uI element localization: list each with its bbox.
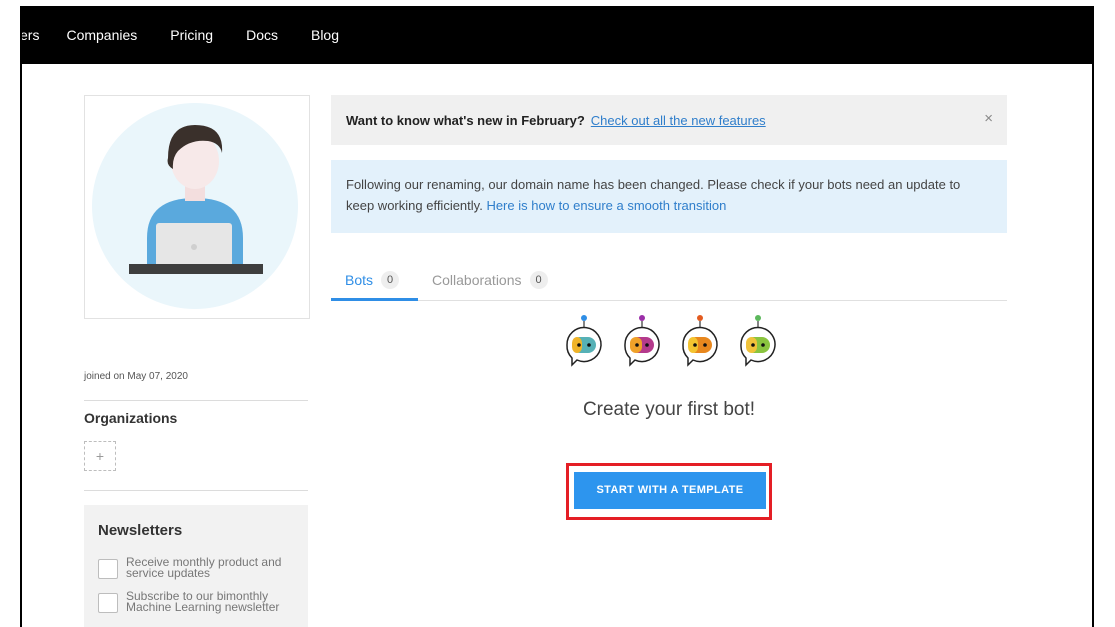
main-content: joined on May 07, 2020 Organizations + N…: [22, 64, 1092, 627]
frame-border-right: [1092, 6, 1094, 627]
feature-announcement-banner: Want to know what's new in February? Che…: [331, 95, 1007, 145]
tab-label: Collaborations: [432, 272, 522, 288]
frame-right: [1095, 0, 1115, 627]
tab-collaborations[interactable]: Collaborations 0: [432, 260, 548, 300]
banner-headline: Want to know what's new in February?: [346, 112, 585, 128]
close-icon[interactable]: ×: [984, 110, 993, 127]
frame-left: [0, 0, 20, 627]
newsletter-checkbox[interactable]: [98, 559, 118, 579]
nav-item-docs[interactable]: Docs: [246, 27, 278, 43]
nav-item-partial[interactable]: ers: [20, 27, 39, 43]
newsletter-option[interactable]: Subscribe to our bimonthly Machine Learn…: [98, 589, 296, 614]
nav-item-blog[interactable]: Blog: [311, 27, 339, 43]
transition-guide-link[interactable]: Here is how to ensure a smooth transitio…: [486, 198, 726, 213]
tab-count-badge: 0: [529, 271, 548, 289]
newsletter-label: Receive monthly product and service upda…: [126, 555, 282, 580]
newsletter-option[interactable]: Receive monthly product and service upda…: [98, 555, 296, 580]
avatar: [92, 103, 298, 309]
user-illustration-icon: [129, 125, 263, 274]
domain-change-banner: Following our renaming, our domain name …: [331, 160, 1007, 233]
organizations-title: Organizations: [84, 410, 178, 426]
tab-label: Bots: [345, 272, 374, 288]
top-navigation: ers Companies Pricing Docs Blog: [20, 6, 1094, 64]
joined-date: joined on May 07, 2020: [84, 371, 188, 382]
newsletters-panel: Newsletters Receive monthly product and …: [84, 505, 308, 627]
empty-state-title: Create your first bot!: [582, 399, 756, 420]
bot-faces-icon: [566, 315, 776, 367]
start-with-template-button[interactable]: START WITH A TEMPLATE: [574, 472, 766, 509]
newsletter-label: Subscribe to our bimonthly Machine Learn…: [126, 589, 280, 614]
tab-bots[interactable]: Bots 0: [345, 260, 400, 300]
newsletters-title: Newsletters: [98, 522, 183, 539]
newsletter-checkbox[interactable]: [98, 593, 118, 613]
domain-change-text: Following our renaming, our domain name …: [346, 174, 986, 216]
new-features-link[interactable]: Check out all the new features: [591, 113, 766, 128]
profile-tabs: Bots 0 Collaborations 0: [331, 260, 1007, 301]
divider: [84, 400, 308, 401]
bot-illustrations: [562, 313, 782, 373]
nav-item-companies[interactable]: Companies: [66, 27, 137, 43]
active-tab-indicator: [331, 298, 418, 301]
add-organization-button[interactable]: +: [84, 441, 116, 471]
tab-count-badge: 0: [381, 271, 400, 289]
avatar-card: [84, 95, 310, 319]
divider: [84, 490, 308, 491]
nav-item-pricing[interactable]: Pricing: [170, 27, 213, 43]
